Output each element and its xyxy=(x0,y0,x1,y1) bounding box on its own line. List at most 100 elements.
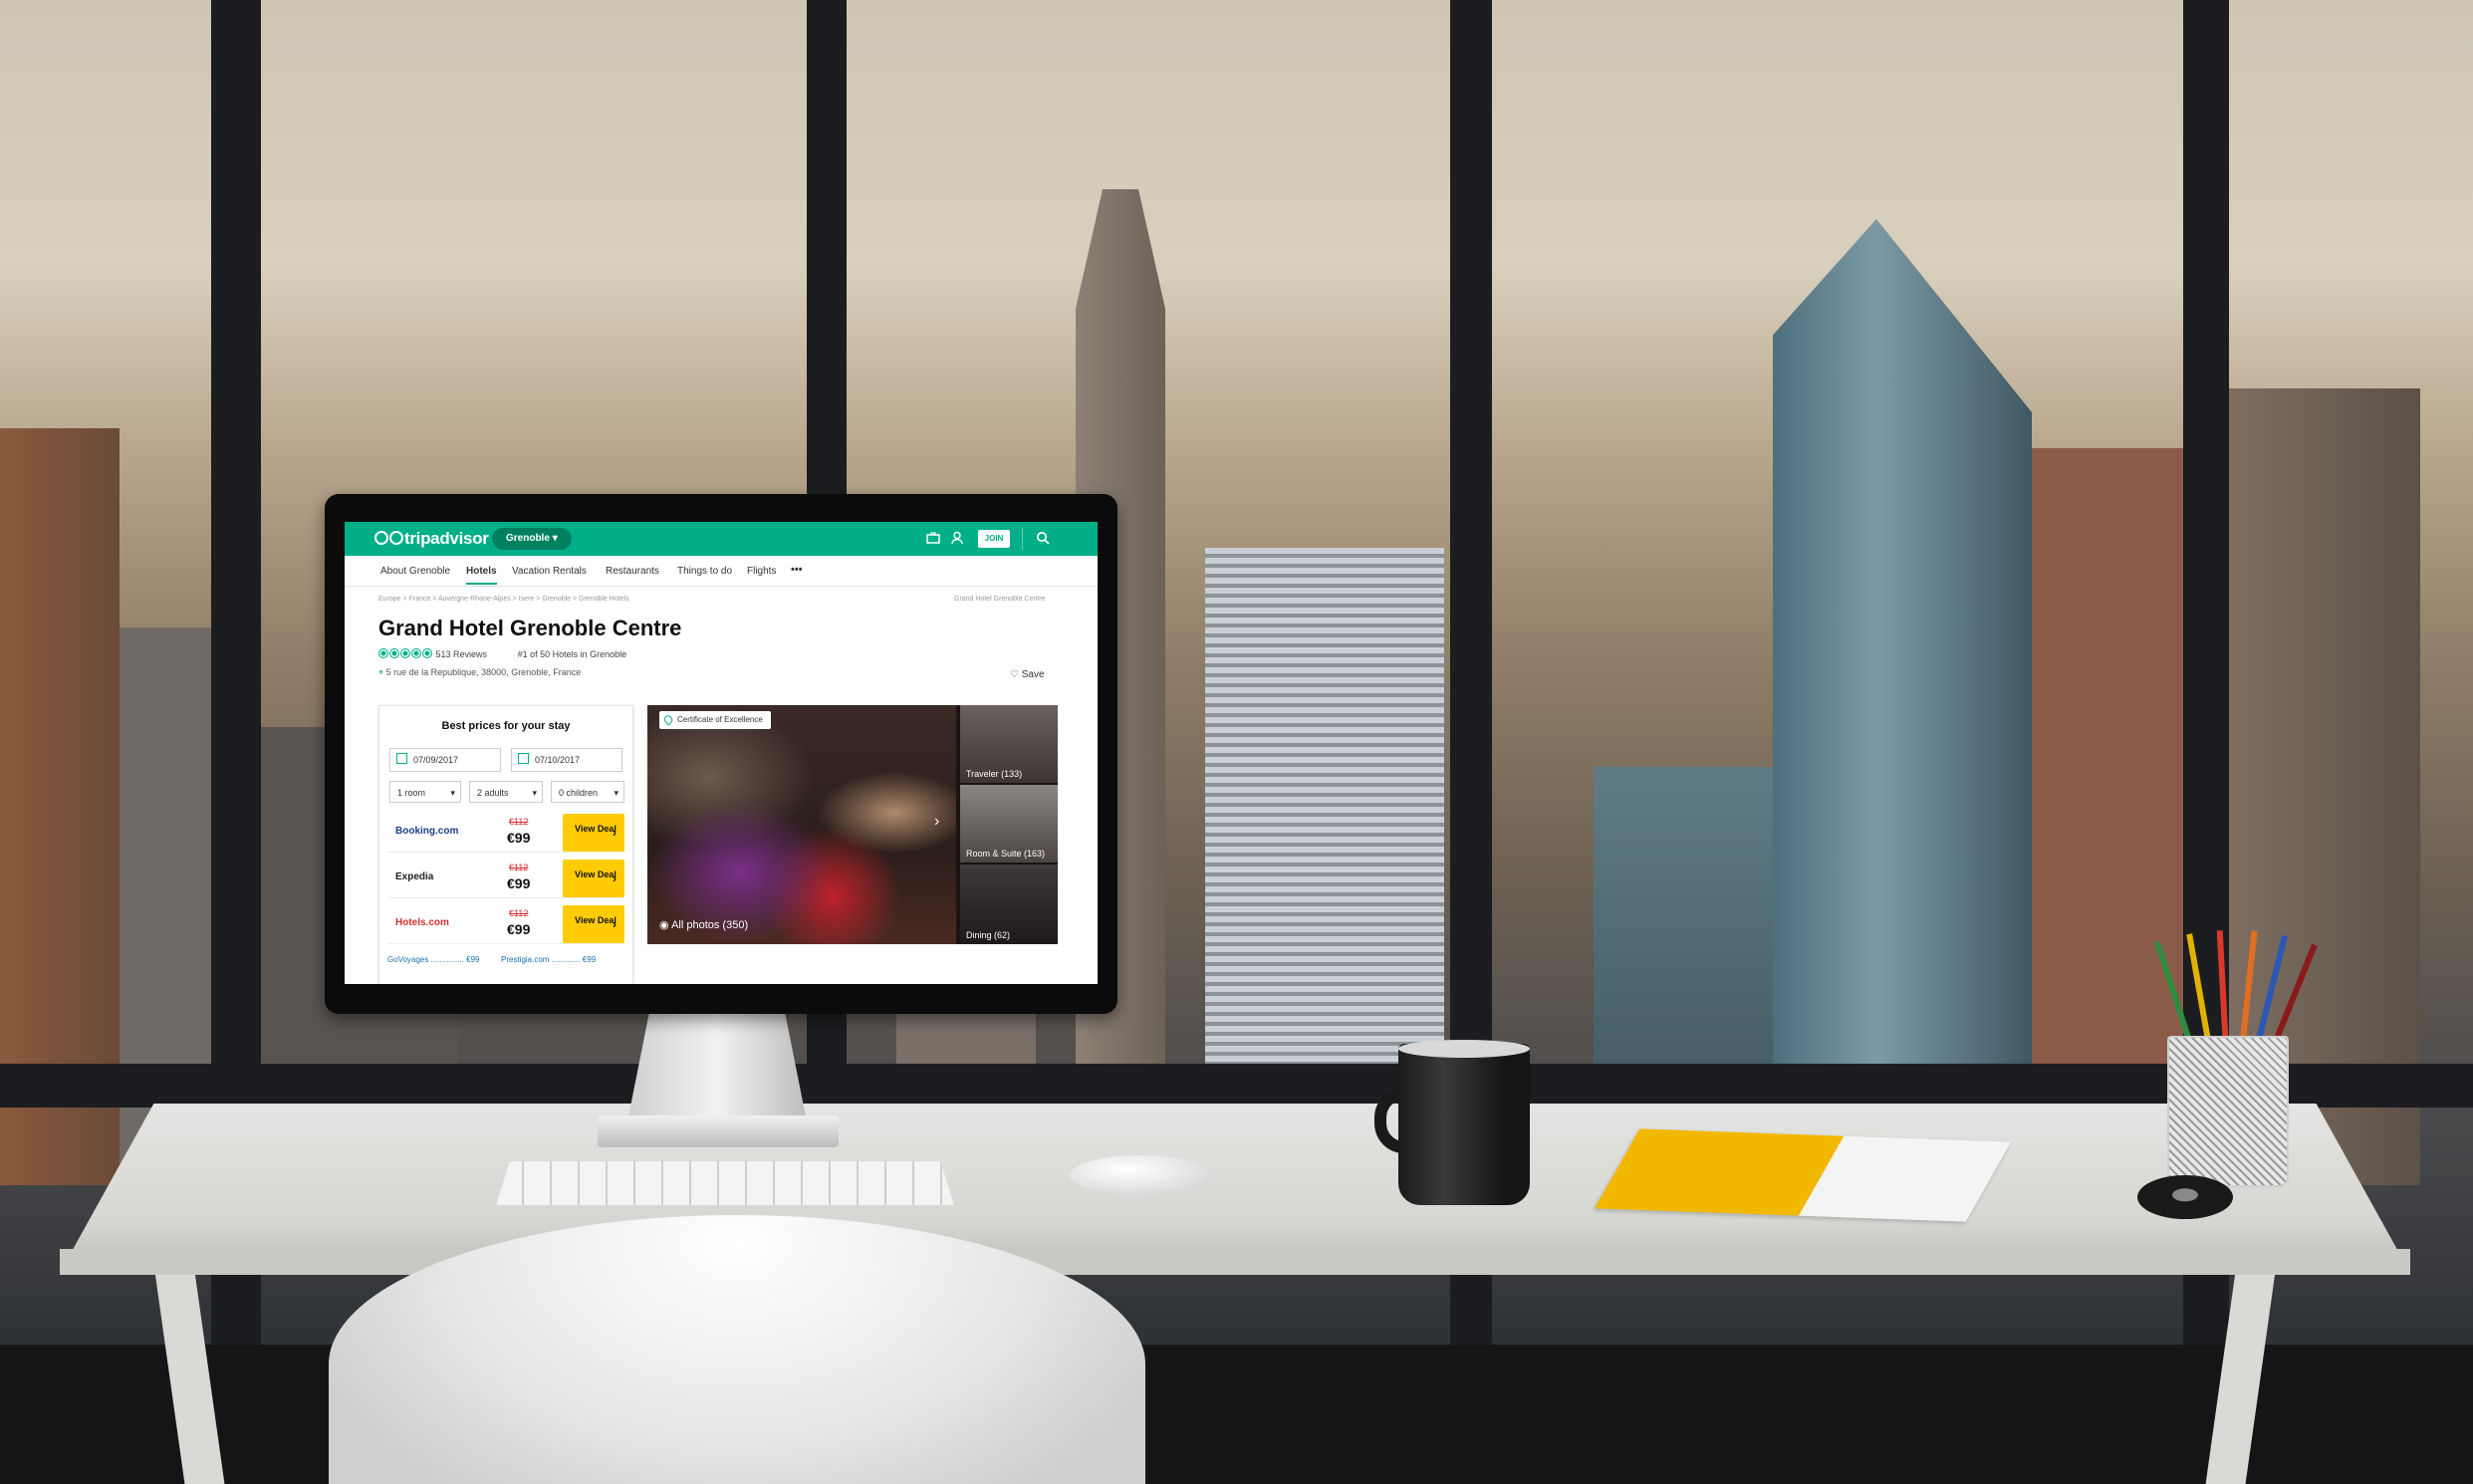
chevron-right-icon: › xyxy=(613,826,617,840)
rating-bubble-icon xyxy=(378,648,388,658)
check-out-field[interactable]: 07/10/2017 xyxy=(511,748,622,772)
view-deal-button[interactable]: View Deal › xyxy=(563,905,624,943)
desk-top xyxy=(60,1104,2410,1273)
deal-row: Hotels.com €112 €99 View Deal › xyxy=(387,903,624,944)
breadcrumb-item[interactable]: France xyxy=(409,596,431,603)
chevron-down-icon: ▾ xyxy=(450,788,455,798)
deal-provider: Hotels.com xyxy=(395,917,449,928)
main-photo[interactable] xyxy=(647,705,956,944)
deal-row: Booking.com €112 €99 View Deal › xyxy=(387,812,624,853)
rating-bubble-icon xyxy=(389,648,399,658)
pencil-cup xyxy=(2167,1036,2289,1187)
rating-bubble-icon xyxy=(411,648,421,658)
join-button[interactable]: JOIN xyxy=(978,530,1010,548)
photo-thumb-traveler[interactable]: Traveler (133) xyxy=(960,705,1058,783)
mini-deal-link[interactable]: GoVoyages ............... €99 xyxy=(387,955,480,964)
breadcrumb-item[interactable]: Europe xyxy=(378,596,401,603)
header-bar: tripadvisor Grenoble ▾ JOIN xyxy=(345,522,1098,556)
nav-item-restaurants[interactable]: Restaurants xyxy=(606,566,659,577)
chevron-right-icon[interactable]: › xyxy=(934,813,939,831)
deal-provider: Booking.com xyxy=(395,826,459,837)
nav-item-flights[interactable]: Flights xyxy=(747,566,776,577)
breadcrumb-current: Grand Hotel Grenoble Centre xyxy=(954,596,1046,603)
user-icon[interactable] xyxy=(950,531,964,545)
heart-icon: ♡ xyxy=(1010,669,1019,680)
certificate-icon xyxy=(661,713,675,726)
tripadvisor-logo[interactable]: tripadvisor xyxy=(374,529,489,549)
review-count-link[interactable]: 513 Reviews xyxy=(436,649,488,659)
chevron-down-icon: ▾ xyxy=(532,788,537,798)
photo-thumb-room[interactable]: Room & Suite (163) xyxy=(960,785,1058,863)
rating-bubble-icon xyxy=(422,648,432,658)
owl-eye-icon xyxy=(389,531,403,545)
rooms-select[interactable]: 1 room ▾ xyxy=(389,781,461,803)
suitcase-icon[interactable] xyxy=(926,531,940,545)
view-deal-button[interactable]: View Deal › xyxy=(563,814,624,852)
skyline-building xyxy=(1773,219,2032,1185)
monitor-stand xyxy=(627,1014,807,1121)
desk-edge xyxy=(60,1249,2410,1275)
nav-item-hotels[interactable]: Hotels xyxy=(466,566,497,585)
address-row: ⌖ 5 rue de la Republique, 38000, Grenobl… xyxy=(378,667,581,678)
mug-rim xyxy=(1398,1040,1530,1058)
keyboard xyxy=(496,1161,954,1205)
deal-row: Expedia €112 €99 View Deal › xyxy=(387,858,624,898)
mouse xyxy=(1070,1155,1213,1195)
check-in-field[interactable]: 07/09/2017 xyxy=(389,748,501,772)
calendar-icon xyxy=(518,753,529,764)
monitor-stand-base xyxy=(598,1115,839,1147)
chevron-right-icon: › xyxy=(613,871,617,885)
window-transom xyxy=(0,1064,2473,1108)
location-selector[interactable]: Grenoble ▾ xyxy=(492,528,572,550)
all-photos-link[interactable]: ◉ All photos (350) xyxy=(659,918,748,931)
more-menu-icon[interactable]: ••• xyxy=(791,564,803,576)
coffee-mug xyxy=(1398,1044,1530,1205)
adults-select[interactable]: 2 adults ▾ xyxy=(469,781,543,803)
price-panel: Best prices for your stay 07/09/2017 07/… xyxy=(378,705,633,984)
rating-bubbles[interactable] xyxy=(378,648,433,659)
rating-row: 513 Reviews #1 of 50 Hotels in Grenoble xyxy=(378,648,626,659)
deal-old-price: €112 xyxy=(509,863,529,872)
camera-icon: ◉ xyxy=(659,919,669,931)
breadcrumb: Europe > France > Auvergne-Rhone-Alpes >… xyxy=(378,596,629,603)
tape-roll xyxy=(2137,1175,2233,1219)
browser-viewport: tripadvisor Grenoble ▾ JOIN About Grenob… xyxy=(345,522,1098,984)
deal-provider: Expedia xyxy=(395,871,434,882)
office-scene: tripadvisor Grenoble ▾ JOIN About Grenob… xyxy=(0,0,2473,1484)
deal-old-price: €112 xyxy=(509,908,529,918)
search-icon[interactable] xyxy=(1036,531,1050,545)
certificate-badge: Certificate of Excellence xyxy=(659,711,771,729)
breadcrumb-item[interactable]: Grenoble xyxy=(542,596,571,603)
monitor: tripadvisor Grenoble ▾ JOIN About Grenob… xyxy=(325,494,1117,1014)
hotel-rank: #1 of 50 Hotels in Grenoble xyxy=(517,649,627,659)
mini-deal-link[interactable]: Prestigia.com ............. €99 xyxy=(501,955,596,964)
nav-item-things-to-do[interactable]: Things to do xyxy=(677,566,732,577)
chevron-down-icon: ▾ xyxy=(614,788,618,798)
breadcrumb-item[interactable]: Isere xyxy=(519,596,535,603)
photo-thumb-dining[interactable]: Dining (62) xyxy=(960,865,1058,944)
rating-bubble-icon xyxy=(400,648,410,658)
owl-eye-icon xyxy=(374,531,388,545)
deal-price: €99 xyxy=(507,875,531,891)
chevron-down-icon: ▾ xyxy=(552,533,558,544)
deal-price: €99 xyxy=(507,830,531,846)
deal-old-price: €112 xyxy=(509,817,529,827)
children-select[interactable]: 0 children ▾ xyxy=(551,781,624,803)
breadcrumb-item[interactable]: Auvergne-Rhone-Alpes xyxy=(438,596,511,603)
map-pin-icon: ⌖ xyxy=(378,667,384,677)
nav-item-vacation-rentals[interactable]: Vacation Rentals xyxy=(512,566,587,577)
hotel-address: 5 rue de la Republique, 38000, Grenoble,… xyxy=(385,667,582,677)
deal-price: €99 xyxy=(507,921,531,937)
header-divider xyxy=(1022,528,1023,550)
chevron-right-icon: › xyxy=(613,917,617,931)
page-title: Grand Hotel Grenoble Centre xyxy=(378,616,682,640)
brochure xyxy=(1594,1128,2012,1222)
breadcrumb-item[interactable]: Grenoble Hotels xyxy=(579,596,629,603)
photo-gallery: Certificate of Excellence › ◉ All photos… xyxy=(647,705,1058,944)
save-button[interactable]: ♡ Save xyxy=(1010,669,1045,680)
view-deal-button[interactable]: View Deal › xyxy=(563,860,624,897)
main-nav: About Grenoble Hotels Vacation Rentals R… xyxy=(345,556,1098,587)
price-panel-heading: Best prices for your stay xyxy=(441,720,571,732)
calendar-icon xyxy=(396,753,407,764)
nav-item-about[interactable]: About Grenoble xyxy=(380,566,450,577)
